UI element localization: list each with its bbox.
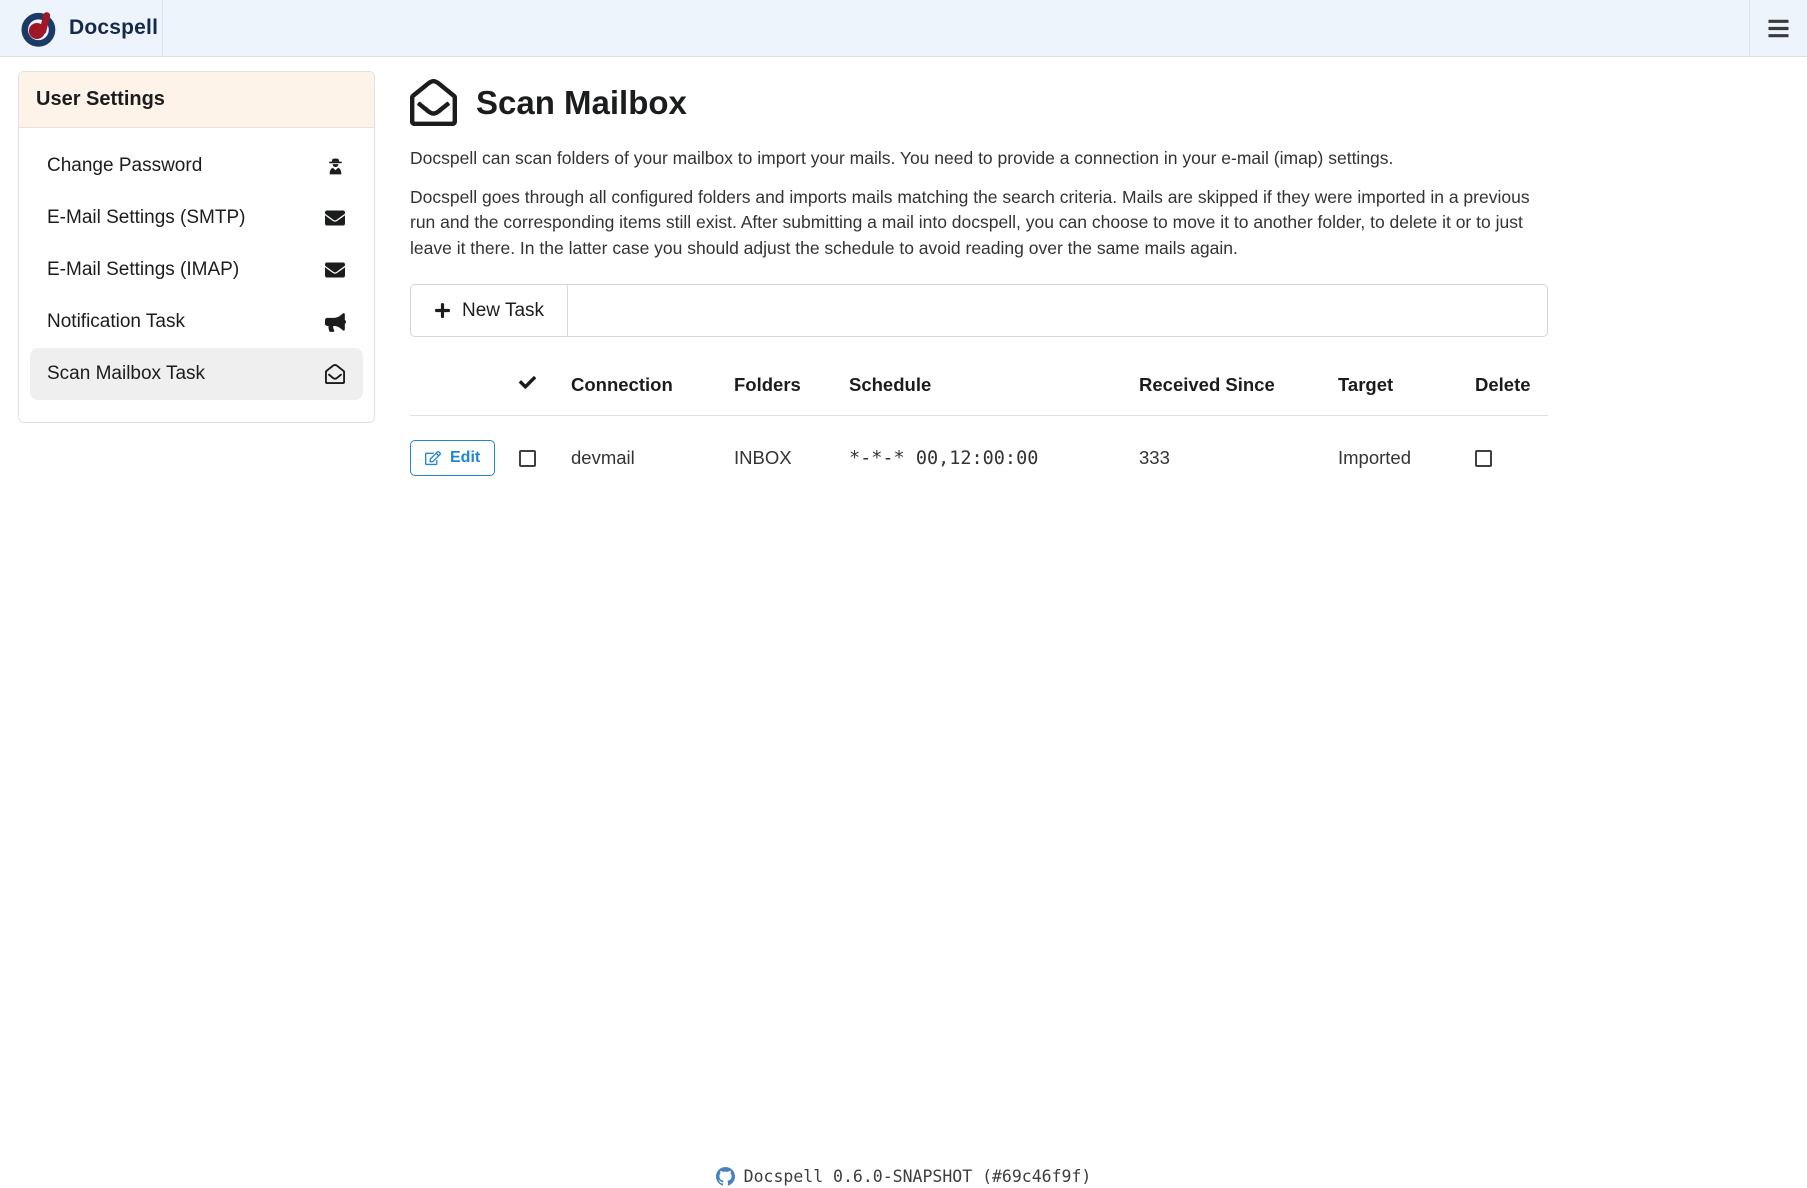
sidebar-item-imap-settings[interactable]: E-Mail Settings (IMAP)	[30, 244, 363, 296]
user-secret-icon	[324, 156, 346, 176]
intro-paragraph-2: Docspell goes through all configured fol…	[410, 185, 1548, 262]
task-toolbar: New Task	[410, 284, 1548, 337]
sidebar-item-label: E-Mail Settings (SMTP)	[47, 207, 245, 229]
sidebar-title: User Settings	[19, 72, 374, 128]
schedule-column-header: Schedule	[849, 364, 1139, 416]
sidebar-item-label: Notification Task	[47, 311, 185, 333]
version-footer-link[interactable]: Docspell 0.6.0-SNAPSHOT (#69c46f9f)	[0, 1167, 1807, 1186]
main-content: Scan Mailbox Docspell can scan folders o…	[410, 71, 1548, 486]
connection-cell: devmail	[571, 416, 734, 487]
edit-icon	[425, 450, 441, 466]
hamburger-icon	[1767, 17, 1790, 40]
table-row: Edit devmail INBOX *-*-* 00,12:00:00 333…	[410, 416, 1548, 487]
version-text: Docspell 0.6.0-SNAPSHOT (#69c46f9f)	[744, 1167, 1092, 1186]
navbar-spacer	[163, 0, 1749, 56]
edit-column-header	[410, 364, 519, 416]
received-since-column-header: Received Since	[1139, 364, 1338, 416]
docspell-logo-icon	[20, 9, 58, 47]
sidebar-item-scan-mailbox-task[interactable]: Scan Mailbox Task	[30, 348, 363, 400]
connection-column-header: Connection	[571, 364, 734, 416]
envelope-open-icon	[410, 79, 457, 126]
enabled-column-header	[519, 364, 571, 416]
sidebar-item-smtp-settings[interactable]: E-Mail Settings (SMTP)	[30, 192, 363, 244]
github-icon	[716, 1167, 735, 1186]
scan-mailbox-task-table: Connection Folders Schedule Received Sin…	[410, 364, 1548, 486]
table-header-row: Connection Folders Schedule Received Sin…	[410, 364, 1548, 416]
sidebar-item-label: Change Password	[47, 155, 202, 177]
top-navbar: Docspell	[0, 0, 1807, 57]
edit-label: Edit	[450, 449, 480, 467]
sidebar-item-label: E-Mail Settings (IMAP)	[47, 259, 239, 281]
sidebar-item-change-password[interactable]: Change Password	[30, 140, 363, 192]
folders-cell: INBOX	[734, 416, 849, 487]
new-task-label: New Task	[462, 300, 544, 322]
intro-paragraph-1: Docspell can scan folders of your mailbo…	[410, 146, 1548, 172]
enabled-checkbox[interactable]	[519, 450, 536, 467]
edit-task-button[interactable]: Edit	[410, 440, 495, 476]
brand-link[interactable]: Docspell	[0, 0, 163, 56]
sidebar-item-notification-task[interactable]: Notification Task	[30, 296, 363, 348]
brand-title: Docspell	[69, 16, 158, 40]
schedule-cell: *-*-* 00,12:00:00	[849, 416, 1139, 487]
received-since-cell: 333	[1139, 416, 1338, 487]
target-column-header: Target	[1338, 364, 1475, 416]
plus-icon	[434, 302, 451, 319]
folders-column-header: Folders	[734, 364, 849, 416]
envelope-icon	[324, 260, 346, 280]
delete-column-header: Delete	[1475, 364, 1548, 416]
delete-checkbox[interactable]	[1475, 450, 1492, 467]
target-cell: Imported	[1338, 416, 1475, 487]
menu-toggle-button[interactable]	[1749, 0, 1807, 56]
check-icon	[519, 374, 536, 391]
envelope-icon	[324, 208, 346, 228]
sidebar-item-label: Scan Mailbox Task	[47, 363, 205, 385]
settings-sidebar: User Settings Change Password E-Mail	[18, 71, 375, 423]
page-title: Scan Mailbox	[410, 79, 1548, 126]
bullhorn-icon	[324, 312, 346, 332]
page-title-text: Scan Mailbox	[476, 84, 687, 122]
envelope-open-icon	[324, 364, 346, 384]
new-task-button[interactable]: New Task	[411, 285, 568, 336]
